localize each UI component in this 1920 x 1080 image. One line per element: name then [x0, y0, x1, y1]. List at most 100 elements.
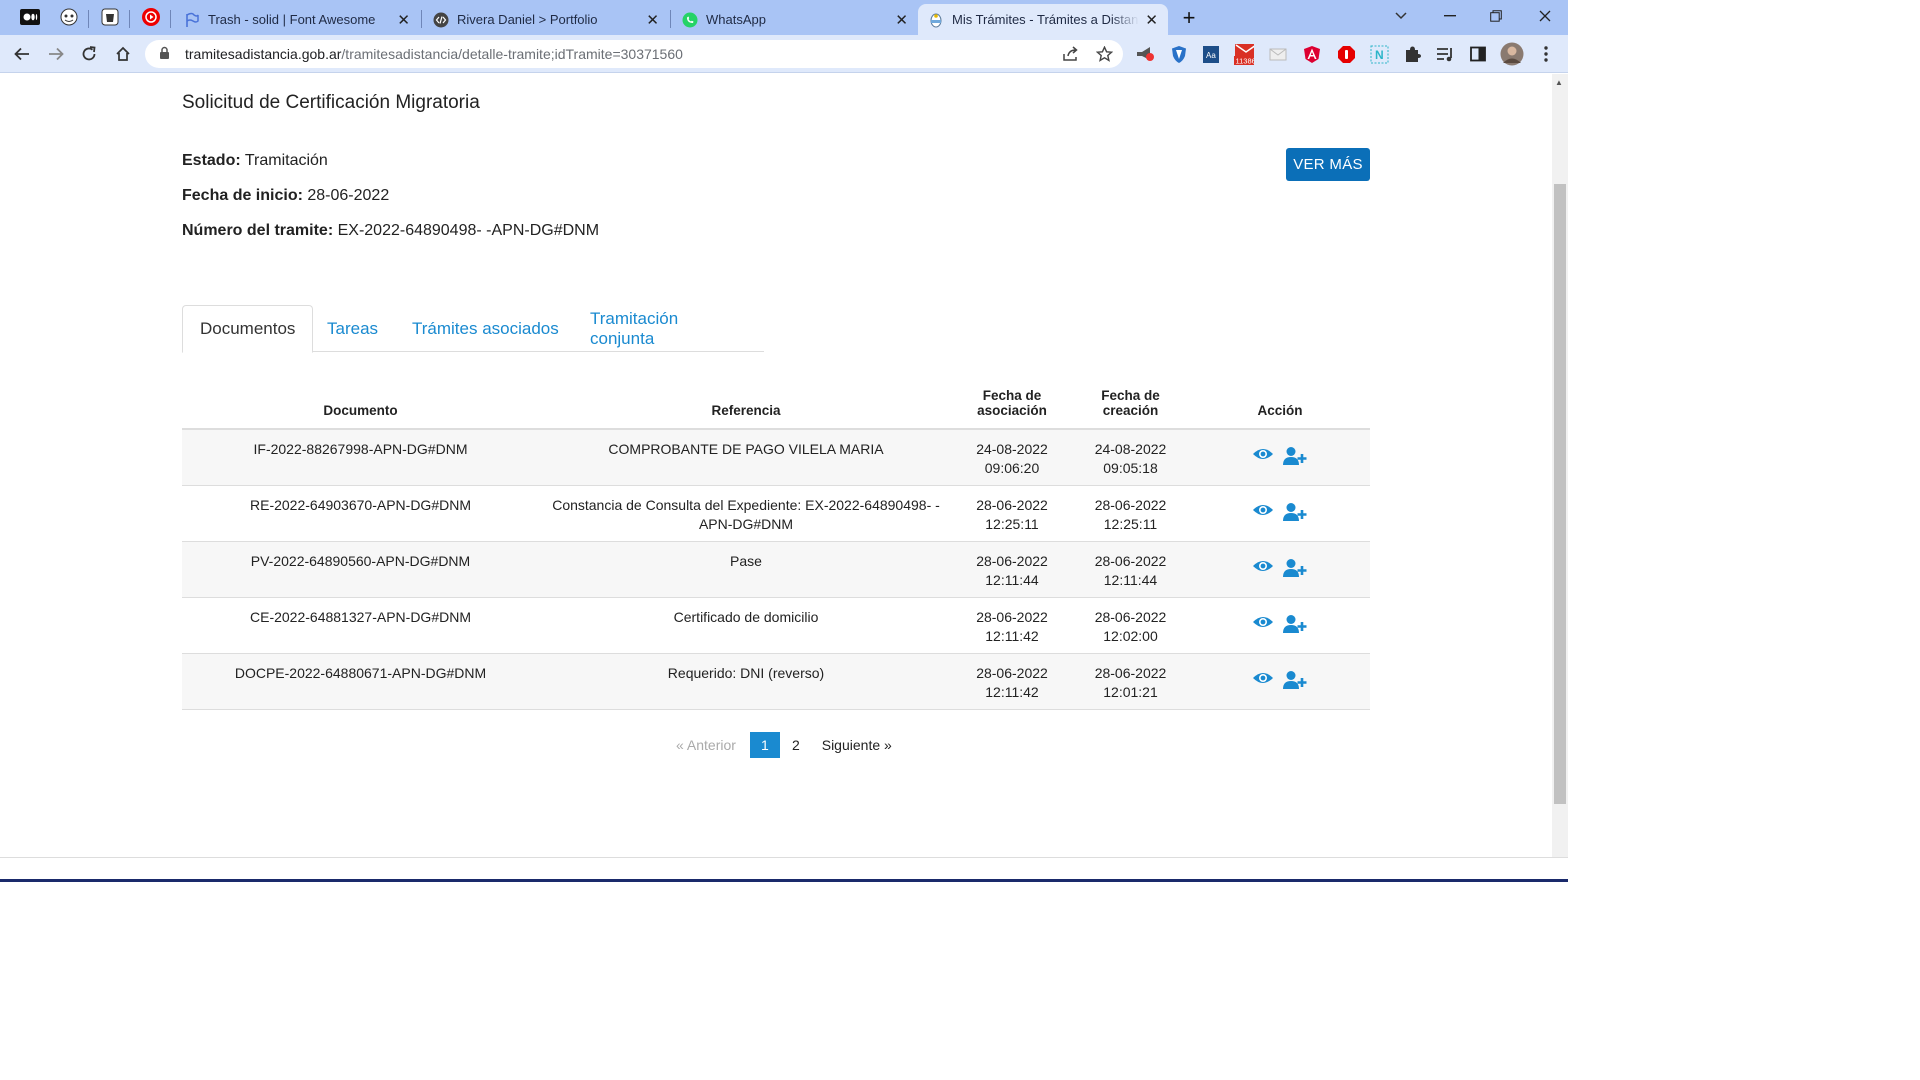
back-button[interactable]: [9, 41, 35, 67]
browser-tabstrip: Trash - solid | Font Awesome ✕ Rivera Da…: [0, 0, 1568, 35]
notes-pinned-tab[interactable]: [98, 6, 122, 28]
table-row: DOCPE-2022-64880671-APN-DG#DNM Requerido:…: [182, 653, 1370, 710]
gmail-checker-extension-icon[interactable]: 11386: [1234, 44, 1254, 65]
close-icon[interactable]: ✕: [397, 11, 410, 29]
fecha-inicio-row: Fecha de inicio: 28-06-2022: [182, 187, 389, 205]
cell-referencia: Certificado de domicilio: [539, 597, 953, 654]
close-icon[interactable]: ✕: [1145, 11, 1158, 29]
crea-fecha: 28-06-2022: [1094, 664, 1167, 681]
adblock-extension-icon[interactable]: [1336, 44, 1356, 64]
header-referencia: Referencia: [539, 374, 953, 430]
forward-button[interactable]: [43, 41, 69, 67]
scrollbar-thumb[interactable]: [1554, 184, 1566, 804]
add-user-icon[interactable]: [1282, 558, 1308, 583]
cell-documento: DOCPE-2022-64880671-APN-DG#DNM: [182, 653, 539, 710]
add-user-icon[interactable]: [1282, 446, 1308, 471]
close-icon[interactable]: ✕: [646, 11, 659, 29]
tab-search-button[interactable]: [1378, 0, 1424, 32]
pagination-next[interactable]: Siguiente »: [822, 737, 892, 753]
new-tab-button[interactable]: +: [1167, 2, 1211, 34]
table-row: RE-2022-64903670-APN-DG#DNM Constancia de…: [182, 485, 1370, 542]
detail-tabs: Documentos Tareas Trámites asociados Tra…: [182, 305, 764, 353]
pagination-page-1[interactable]: 1: [749, 732, 780, 758]
notion-extension-icon[interactable]: N: [1369, 44, 1389, 64]
table-header-row: Documento Referencia Fecha de asociación …: [182, 374, 1370, 430]
arrow-left-icon: [14, 47, 29, 61]
avatar[interactable]: [1500, 42, 1524, 66]
restore-button[interactable]: [1473, 0, 1519, 32]
minimize-icon: [1444, 15, 1456, 17]
monkey-pinned-tab[interactable]: [57, 6, 81, 28]
fecha-inicio-label: Fecha de inicio:: [182, 187, 303, 204]
view-eye-icon[interactable]: [1252, 502, 1274, 527]
media-controls-icon[interactable]: [1435, 44, 1455, 64]
minimize-button[interactable]: [1427, 0, 1473, 32]
crea-fecha: 28-06-2022: [1094, 496, 1167, 513]
pagination-prev[interactable]: « Anterior: [676, 737, 736, 753]
home-button[interactable]: [110, 41, 136, 67]
crea-fecha: 28-06-2022: [1094, 552, 1167, 569]
address-bar[interactable]: tramitesadistancia.gob.ar/tramitesadista…: [145, 40, 1123, 68]
puzzle-extensions-icon[interactable]: [1402, 44, 1422, 64]
browser-tab-active[interactable]: Mis Trámites - Trámites a Distancia ✕: [918, 4, 1168, 35]
add-user-icon[interactable]: [1282, 670, 1308, 695]
crea-fecha: 28-06-2022: [1094, 608, 1167, 625]
estado-label: Estado:: [182, 152, 241, 169]
table-row: PV-2022-64890560-APN-DG#DNM Pase 28-06-202…: [182, 541, 1370, 598]
share-icon[interactable]: [1060, 44, 1080, 64]
lock-icon[interactable]: [159, 46, 173, 63]
asoc-hora: 12:11:42: [985, 627, 1039, 644]
browser-tab[interactable]: WhatsApp ✕: [672, 4, 918, 35]
page-scrollbar[interactable]: ▲: [1552, 74, 1568, 857]
mail-extension-icon[interactable]: [1268, 44, 1288, 64]
megaphone-extension-icon[interactable]: [1135, 44, 1155, 64]
browser-tab[interactable]: Rivera Daniel > Portfolio ✕: [423, 4, 669, 35]
fecha-inicio-value: 28-06-2022: [307, 187, 390, 204]
view-eye-icon[interactable]: [1252, 558, 1274, 583]
pagination-page-2[interactable]: 2: [792, 737, 800, 753]
add-user-icon[interactable]: [1282, 614, 1308, 639]
shield-extension-icon[interactable]: [1169, 44, 1189, 64]
ver-mas-button[interactable]: VER MÁS: [1286, 148, 1370, 181]
scroll-up-icon[interactable]: ▲: [1555, 78, 1563, 87]
asoc-hora: 12:25:11: [985, 515, 1039, 532]
asoc-hora: 09:06:20: [984, 460, 1040, 476]
view-eye-icon[interactable]: [1252, 446, 1274, 471]
cell-fecha-creacion: 28-06-2022 12:11:44: [1071, 541, 1190, 598]
cell-fecha-asociacion: 24-08-2022 09:06:20: [953, 429, 1071, 486]
cell-accion: [1190, 541, 1370, 598]
view-eye-icon[interactable]: [1252, 670, 1274, 695]
tab-tareas[interactable]: Tareas: [310, 305, 395, 352]
header-documento: Documento: [182, 374, 539, 430]
reload-icon: [82, 46, 96, 61]
crea-hora: 12:02:00: [1103, 627, 1158, 644]
asoc-hora: 12:11:44: [985, 571, 1039, 588]
monkey-icon: [60, 8, 78, 26]
header-fecha-asociacion: Fecha de asociación: [953, 374, 1071, 430]
side-panel-icon[interactable]: [1468, 44, 1488, 64]
menu-kebab-icon[interactable]: [1536, 44, 1556, 64]
medium-pinned-tab[interactable]: [18, 6, 42, 28]
view-eye-icon[interactable]: [1252, 614, 1274, 639]
browser-tab[interactable]: Trash - solid | Font Awesome ✕: [174, 4, 420, 35]
tab-tramites-asociados[interactable]: Trámites asociados: [395, 305, 576, 352]
cell-fecha-creacion: 24-08-2022 09:05:18: [1071, 429, 1190, 486]
dictionary-extension-icon[interactable]: Aa: [1201, 44, 1221, 64]
close-icon[interactable]: ✕: [895, 11, 908, 29]
angular-extension-icon[interactable]: [1302, 44, 1322, 64]
add-user-icon[interactable]: [1282, 502, 1308, 527]
estado-row: Estado: Tramitación: [182, 152, 328, 170]
youtube-music-pinned-tab[interactable]: [139, 6, 163, 28]
reload-button[interactable]: [76, 41, 102, 67]
crea-hora: 09:05:18: [1103, 460, 1158, 476]
bookmark-star-icon[interactable]: [1094, 44, 1114, 64]
tab-documentos[interactable]: Documentos: [182, 305, 314, 353]
cell-documento: PV-2022-64890560-APN-DG#DNM: [182, 541, 539, 598]
tab-tramitacion-conjunta[interactable]: Tramitación conjunta: [573, 305, 764, 352]
table-row: CE-2022-64881327-APN-DG#DNM Certificado d…: [182, 597, 1370, 654]
documents-table: Documento Referencia Fecha de asociación …: [182, 374, 1370, 710]
code-icon: [433, 12, 449, 28]
chevron-down-icon: [1395, 12, 1407, 20]
asoc-hora: 12:11:42: [985, 683, 1039, 700]
close-window-button[interactable]: [1522, 0, 1568, 32]
